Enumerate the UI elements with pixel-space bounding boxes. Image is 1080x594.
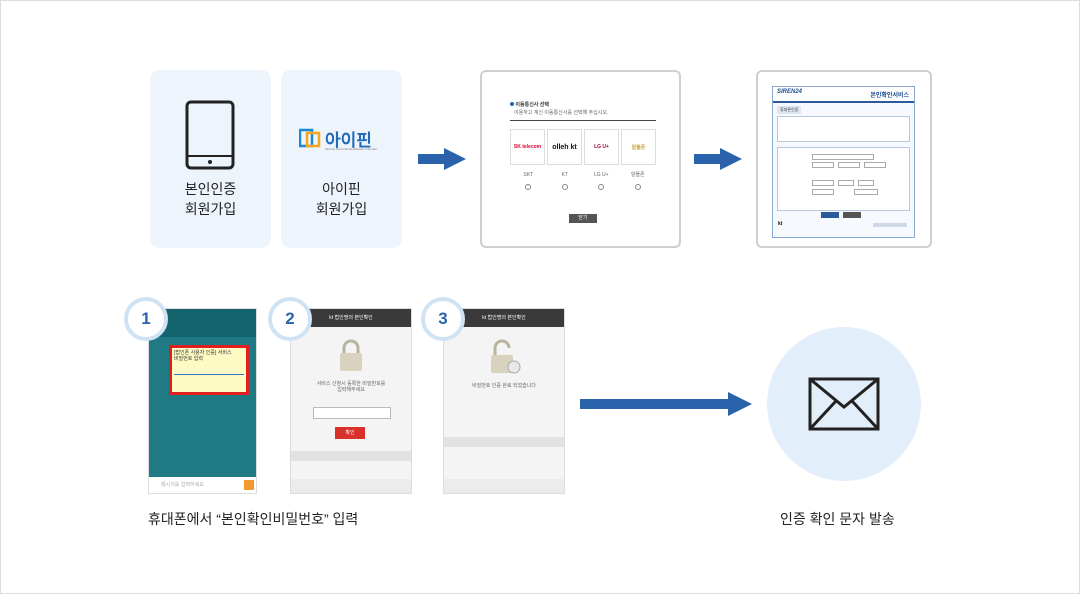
phone-screenshot-3: kt 법인명의 본인확인 비밀번호 인증 완료 되었습니다 xyxy=(443,308,565,494)
carrier-logo-kt[interactable]: olleh kt xyxy=(547,129,582,165)
sms-line: 비밀번호 입력 xyxy=(174,356,203,362)
phone-nav-bar xyxy=(444,479,564,493)
carrier-label: KT xyxy=(561,172,568,178)
carrier-radio[interactable] xyxy=(634,184,641,190)
sms-bubble: [법인폰 사용자 인증] 서비스 비밀번호 입력 xyxy=(169,345,249,395)
carrier-label: 알뜰폰 xyxy=(630,172,645,178)
step-badge-1: 1 xyxy=(124,297,168,341)
carrier-label-row: SKT KT LG U+ 알뜰폰 xyxy=(510,172,656,190)
carrier-radio[interactable] xyxy=(598,184,605,190)
step-badge-2: 2 xyxy=(268,297,312,341)
arrow-right-long-icon xyxy=(580,392,752,416)
phone-info-bar xyxy=(291,451,411,461)
password-input[interactable] xyxy=(313,407,391,419)
carrier-logo-mvno[interactable]: 알뜰폰 xyxy=(621,129,656,165)
siren-logo: SIREN24 xyxy=(777,89,803,95)
step-card-label: 본인인증 회원가입 xyxy=(184,181,237,217)
carrier-select-screenshot: 이동통신사 선택 이용하고 계신 이동통신사를 선택해 주십시오. SK tel… xyxy=(480,70,681,248)
carrier-logo-lgu[interactable]: LG U+ xyxy=(584,129,619,165)
siren-footer-link xyxy=(873,223,907,227)
siren24-screenshot: SIREN24 본인확인서비스 휴대폰인증 kt xyxy=(756,70,932,248)
step-card-phone-auth: 본인인증 회원가입 xyxy=(150,70,271,248)
siren-agreement-box xyxy=(777,116,910,142)
carrier-logo-row: SK telecom olleh kt LG U+ 알뜰폰 xyxy=(510,129,656,165)
carrier-dialog-subtitle: 이용하고 계신 이동통신사를 선택해 주십시오. xyxy=(514,110,609,116)
carrier-close-button[interactable]: 닫기 xyxy=(569,214,597,223)
send-button[interactable] xyxy=(244,480,254,490)
phone-info-bar xyxy=(444,437,564,447)
siren-confirm-button[interactable] xyxy=(821,212,839,218)
step-card-ipin: 아이핀 Internet Personal Identification Num… xyxy=(281,70,402,248)
padlock-open-icon xyxy=(491,339,521,374)
envelope-icon xyxy=(808,377,880,431)
arrow-right-icon xyxy=(418,148,466,170)
padlock-icon xyxy=(340,339,362,371)
ipin-logo: 아이핀 Internet Personal Identification Num… xyxy=(299,126,389,156)
carrier-label: SKT xyxy=(523,172,534,178)
carrier-label: LG U+ xyxy=(593,172,609,178)
sms-link[interactable] xyxy=(174,364,244,375)
phone-message: 서비스 신청시 등록한 비밀번호를 입력해주세요 xyxy=(316,381,386,393)
divider xyxy=(510,120,656,121)
step-badge-3: 3 xyxy=(421,297,465,341)
siren-window: SIREN24 본인확인서비스 휴대폰인증 kt xyxy=(772,86,915,238)
caption-phone-input: 휴대폰에서 “본인확인비밀번호” 입력 xyxy=(148,511,359,527)
carrier-dialog-icon xyxy=(510,102,514,106)
phone-message-input[interactable]: 메시지를 입력하세요 xyxy=(149,477,256,493)
ipin-logo-subtext: Internet Personal Identification Number xyxy=(325,147,378,151)
siren-title: 본인확인서비스 xyxy=(870,93,909,99)
phone-nav-bar xyxy=(291,479,411,493)
phone-screenshot-1: [법인폰 사용자 인증] 서비스 비밀번호 입력 메시지를 입력하세요 xyxy=(148,308,257,494)
tablet-icon xyxy=(185,100,235,170)
phone-message: 비밀번호 인증 완료 되었습니다 xyxy=(472,383,536,389)
siren-header: SIREN24 본인확인서비스 xyxy=(773,87,914,103)
siren-cancel-button[interactable] xyxy=(843,212,861,218)
ipin-logo-icon xyxy=(299,128,321,148)
confirm-button[interactable]: 확인 xyxy=(335,427,365,439)
arrow-right-icon xyxy=(694,148,742,170)
carrier-logo-skt[interactable]: SK telecom xyxy=(510,129,545,165)
caption-sms-sent: 인증 확인 문자 발송 xyxy=(780,511,895,527)
phone-screenshot-2: kt 법인명의 본인확인 서비스 신청시 등록한 비밀번호를 입력해주세요 확인 xyxy=(290,308,412,494)
message-input-placeholder: 메시지를 입력하세요 xyxy=(161,482,204,488)
carrier-dialog-title: 이동통신사 선택 xyxy=(515,102,549,108)
siren-tab[interactable]: 휴대폰인증 xyxy=(777,106,802,114)
siren-form-box xyxy=(777,147,910,211)
carrier-radio[interactable] xyxy=(525,184,532,190)
sms-sent-circle xyxy=(767,327,921,481)
sms-line: [법인폰 사용자 인증] 서비스 xyxy=(174,350,232,356)
carrier-radio[interactable] xyxy=(561,184,568,190)
siren-footer-brand: kt xyxy=(778,221,783,227)
step-card-label: 아이핀 회원가입 xyxy=(315,181,368,217)
